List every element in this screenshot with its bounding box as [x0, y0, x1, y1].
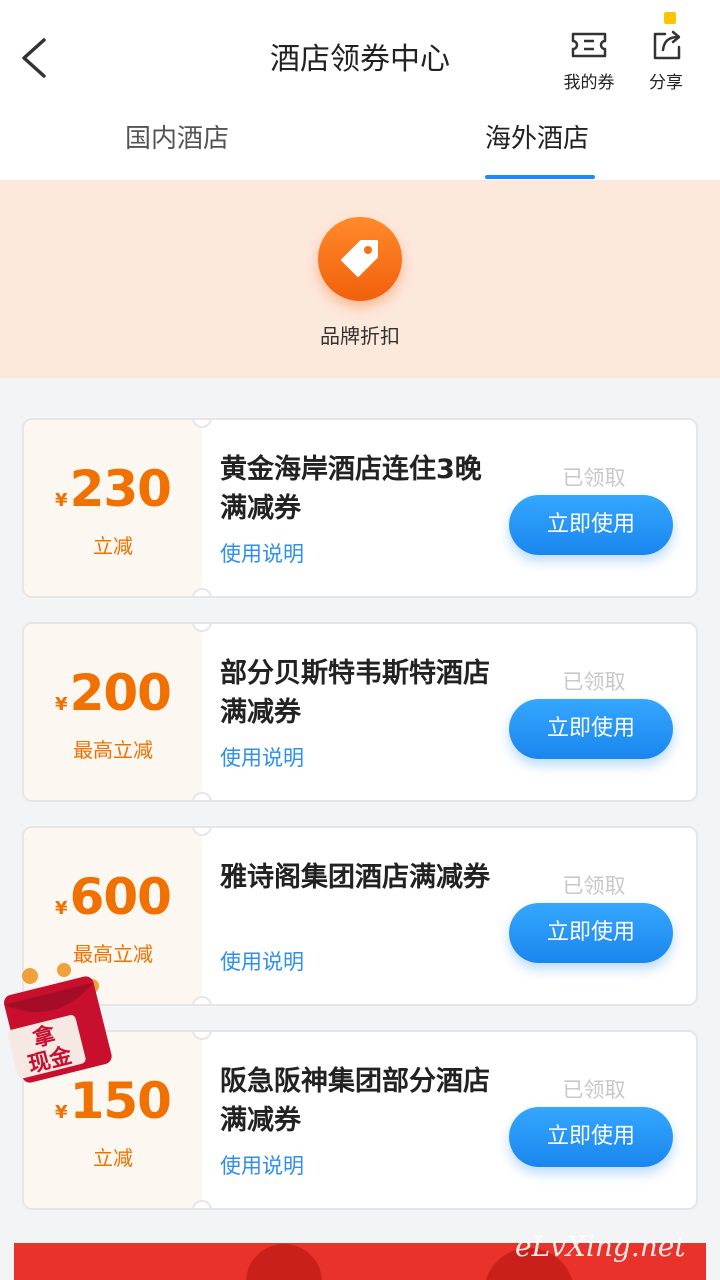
share-label: 分享: [649, 73, 683, 93]
share-button[interactable]: 分享: [631, 28, 701, 93]
use-now-button[interactable]: 立即使用: [509, 903, 673, 963]
coupon-amount: ¥600: [24, 868, 202, 926]
tab-overseas-hotels[interactable]: 海外酒店: [485, 118, 589, 155]
usage-instructions-link[interactable]: 使用说明: [220, 538, 304, 568]
ticket-icon: [554, 28, 624, 62]
banner-decoration: [246, 1244, 322, 1280]
amount-value: 230: [69, 460, 172, 518]
my-coupons-button[interactable]: 我的券: [554, 28, 624, 93]
coupon-amount: ¥230: [24, 460, 202, 518]
amount-label: 立减: [93, 534, 133, 558]
claimed-status: 已领取: [562, 1078, 626, 1102]
brand-discount-label: 品牌折扣: [320, 324, 400, 348]
usage-instructions-link[interactable]: 使用说明: [220, 742, 304, 772]
coupon-title: 部分贝斯特韦斯特酒店满减券: [220, 658, 490, 728]
red-envelope-icon: 拿 现金: [3, 963, 112, 1083]
tab-domestic-hotels[interactable]: 国内酒店: [125, 118, 229, 155]
watermark: eLvXing.net: [515, 1230, 686, 1263]
brand-discount-panel: 品牌折扣: [0, 180, 720, 378]
coupon-amount: ¥200: [24, 664, 202, 722]
active-tab-indicator: [485, 175, 595, 179]
tab-bar: 国内酒店 海外酒店: [0, 100, 720, 180]
currency-symbol: ¥: [55, 1102, 68, 1123]
coupon-card: ¥230 立减 黄金海岸酒店连住3晚满减券 使用说明 已领取 立即使用: [22, 418, 698, 598]
ticket-notch: [192, 588, 212, 596]
coupon-amount-section: ¥230 立减: [24, 420, 202, 596]
coupon-card: ¥200 最高立减 部分贝斯特韦斯特酒店满减券 使用说明 已领取 立即使用: [22, 622, 698, 802]
coupon-card: ¥600 最高立减 雅诗阁集团酒店满减券 使用说明 已领取 立即使用: [22, 826, 698, 1006]
ticket-notch: [192, 996, 212, 1004]
my-coupons-label: 我的券: [563, 73, 615, 93]
ticket-notch: [192, 1200, 212, 1208]
brand-discount-button[interactable]: [318, 217, 402, 301]
usage-instructions-link[interactable]: 使用说明: [220, 1150, 304, 1180]
use-now-button[interactable]: 立即使用: [509, 495, 673, 555]
coupon-amount-section: ¥200 最高立减: [24, 624, 202, 800]
coupon-title: 雅诗阁集团酒店满减券: [220, 862, 490, 893]
amount-value: 600: [69, 868, 172, 926]
claimed-status: 已领取: [562, 874, 626, 898]
use-now-button[interactable]: 立即使用: [509, 699, 673, 759]
amount-label: 最高立减: [73, 738, 153, 762]
claimed-status: 已领取: [562, 670, 626, 694]
amount-label: 立减: [93, 1146, 133, 1170]
ticket-notch: [192, 792, 212, 800]
use-now-button[interactable]: 立即使用: [509, 1107, 673, 1167]
share-icon: [631, 28, 701, 62]
coupon-card: ¥150 立减 阪急阪神集团部分酒店满减券 使用说明 已领取 立即使用: [22, 1030, 698, 1210]
usage-instructions-link[interactable]: 使用说明: [220, 946, 304, 976]
claimed-status: 已领取: [562, 466, 626, 490]
amount-value: 200: [69, 664, 172, 722]
currency-symbol: ¥: [55, 694, 68, 715]
cash-red-envelope-badge[interactable]: 拿 现金: [0, 960, 120, 1090]
currency-symbol: ¥: [55, 898, 68, 919]
coupon-title: 阪急阪神集团部分酒店满减券: [220, 1066, 490, 1136]
header: 酒店领券中心 我的券 分享 国内酒店 海外酒店: [0, 0, 720, 180]
tag-icon: [341, 240, 378, 277]
notification-dot: [664, 12, 676, 24]
currency-symbol: ¥: [55, 490, 68, 511]
coupon-title: 黄金海岸酒店连住3晚满减券: [220, 454, 482, 524]
